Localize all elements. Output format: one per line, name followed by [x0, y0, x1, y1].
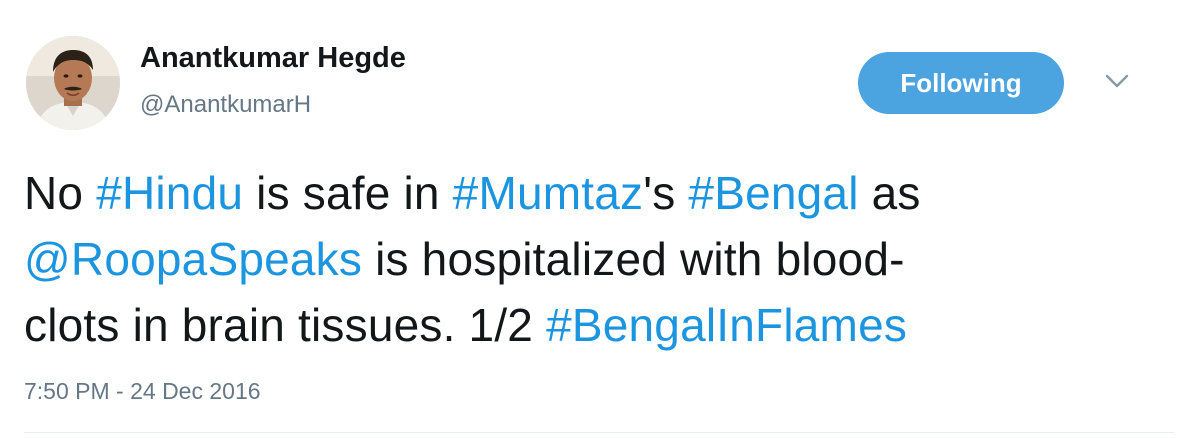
tweet-text-segment: is safe in: [243, 167, 453, 219]
tweet-card: Anantkumar Hegde @AnantkumarH Following …: [0, 0, 1200, 439]
tweet-timestamp[interactable]: 7:50 PM - 24 Dec 2016: [24, 378, 261, 405]
mention-link[interactable]: @RoopaSpeaks: [24, 233, 362, 285]
hashtag-link[interactable]: #Bengal: [688, 167, 858, 219]
tweet-text-segment: 's: [643, 167, 689, 219]
tweet-text: No #Hindu is safe in #Mumtaz's #Bengal a…: [24, 160, 1174, 358]
hashtag-link[interactable]: #BengalInFlames: [546, 299, 907, 351]
chevron-down-icon[interactable]: [1103, 70, 1131, 92]
display-name[interactable]: Anantkumar Hegde: [140, 42, 406, 75]
hashtag-link[interactable]: #Hindu: [96, 167, 243, 219]
tweet-text-segment: No: [24, 167, 97, 219]
avatar-image: [26, 36, 120, 130]
avatar[interactable]: [26, 36, 120, 130]
tweet-text-segment: is hospitalized with blood-: [362, 233, 905, 285]
divider: [24, 432, 1174, 433]
tweet-line: clots in brain tissues. 1/2 #BengalInFla…: [24, 292, 1174, 358]
tweet-text-segment: as: [858, 167, 921, 219]
hashtag-link[interactable]: #Mumtaz: [453, 167, 644, 219]
tweet-text-segment: clots in brain tissues. 1/2: [24, 299, 547, 351]
tweet-line: No #Hindu is safe in #Mumtaz's #Bengal a…: [24, 160, 1174, 226]
user-handle[interactable]: @AnantkumarH: [140, 91, 311, 119]
following-button[interactable]: Following: [858, 52, 1064, 114]
tweet-line: @RoopaSpeaks is hospitalized with blood-: [24, 226, 1174, 292]
